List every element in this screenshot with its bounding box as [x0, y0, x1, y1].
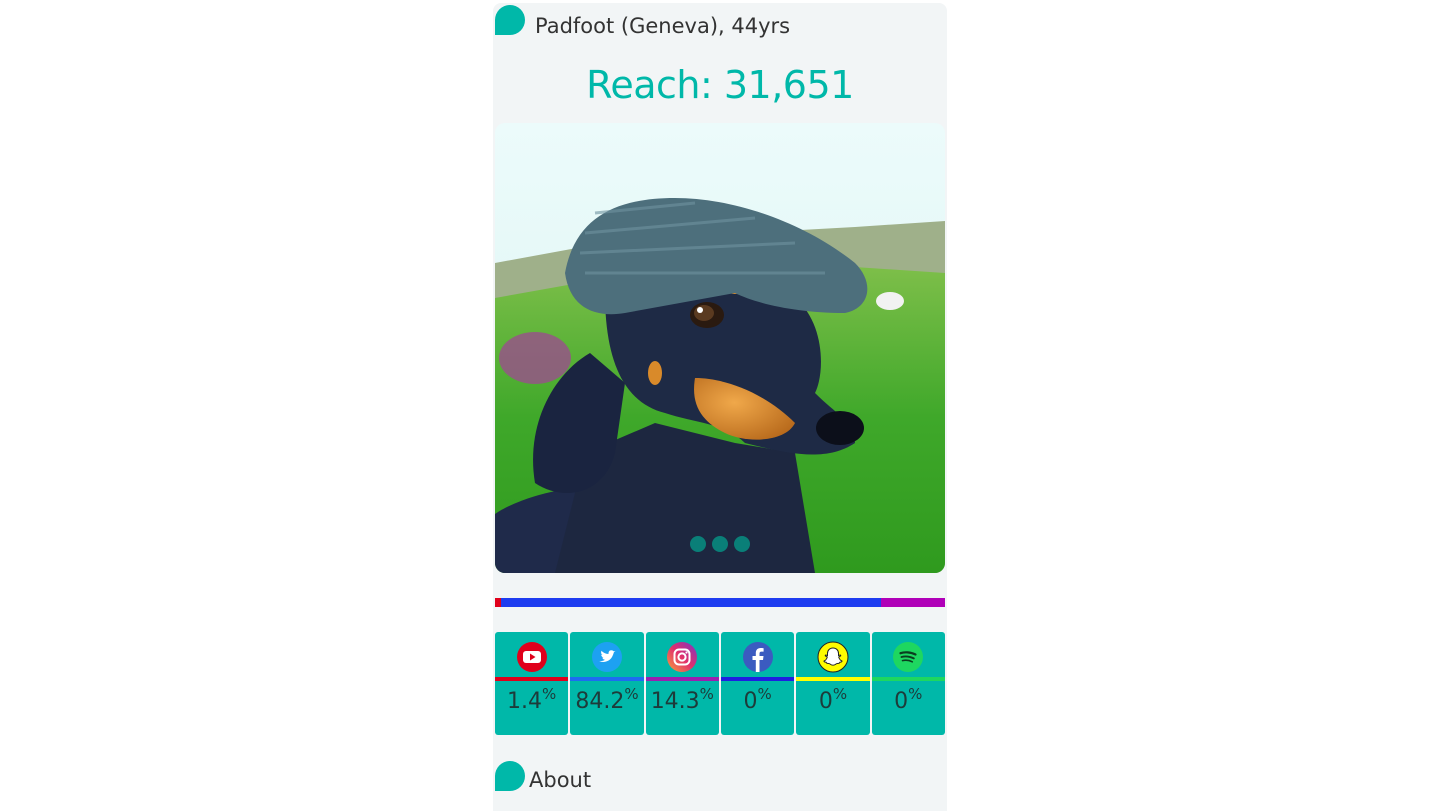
- stat-facebook[interactable]: 0%: [720, 632, 795, 735]
- stat-underline: [645, 677, 719, 681]
- dog-photo-image: [495, 123, 945, 573]
- chat-bubble-icon: [495, 5, 525, 35]
- stat-snapchat[interactable]: 0%: [796, 632, 870, 735]
- audience-share-bar: [495, 598, 945, 607]
- stat-value: 0%: [894, 685, 923, 714]
- carousel-dots: [495, 536, 945, 556]
- stat-value: 14.3%: [650, 685, 714, 714]
- network-stats: 1.4% 84.2% 14.3% 0% 0% 0%: [495, 632, 945, 735]
- stat-spotify[interactable]: 0%: [871, 632, 945, 735]
- stat-underline: [720, 677, 795, 681]
- stat-underline: [570, 677, 644, 681]
- about-heading[interactable]: About: [529, 768, 591, 792]
- profile-name: Padfoot (Geneva), 44yrs: [535, 14, 791, 38]
- twitter-icon: [591, 642, 622, 672]
- spotify-icon: [893, 642, 924, 672]
- youtube-icon: [516, 642, 547, 672]
- share-segment-instagram: [880, 598, 945, 607]
- stat-underline: [871, 677, 945, 681]
- share-segment-twitter: [501, 598, 881, 607]
- stat-underline: [495, 677, 569, 681]
- stat-value: 0%: [743, 685, 772, 714]
- reach-count: Reach: 31,651: [586, 63, 854, 107]
- snapchat-icon: [817, 641, 849, 673]
- carousel-dot[interactable]: [690, 536, 706, 552]
- stat-value: 0%: [818, 685, 848, 714]
- profile-card: Padfoot (Geneva), 44yrs Reach: 31,651 1.…: [493, 3, 947, 811]
- stat-instagram[interactable]: 14.3%: [645, 632, 719, 735]
- carousel-dot[interactable]: [712, 536, 728, 552]
- facebook-icon: [742, 642, 773, 672]
- stat-value: 84.2%: [575, 685, 639, 714]
- instagram-icon: [667, 642, 698, 672]
- chat-bubble-icon: [495, 761, 525, 791]
- stat-underline: [796, 677, 870, 681]
- stat-twitter[interactable]: 84.2%: [570, 632, 644, 735]
- stat-youtube[interactable]: 1.4%: [495, 632, 569, 735]
- stat-value: 1.4%: [507, 685, 557, 714]
- profile-photo[interactable]: [495, 123, 945, 573]
- carousel-dot[interactable]: [734, 536, 750, 552]
